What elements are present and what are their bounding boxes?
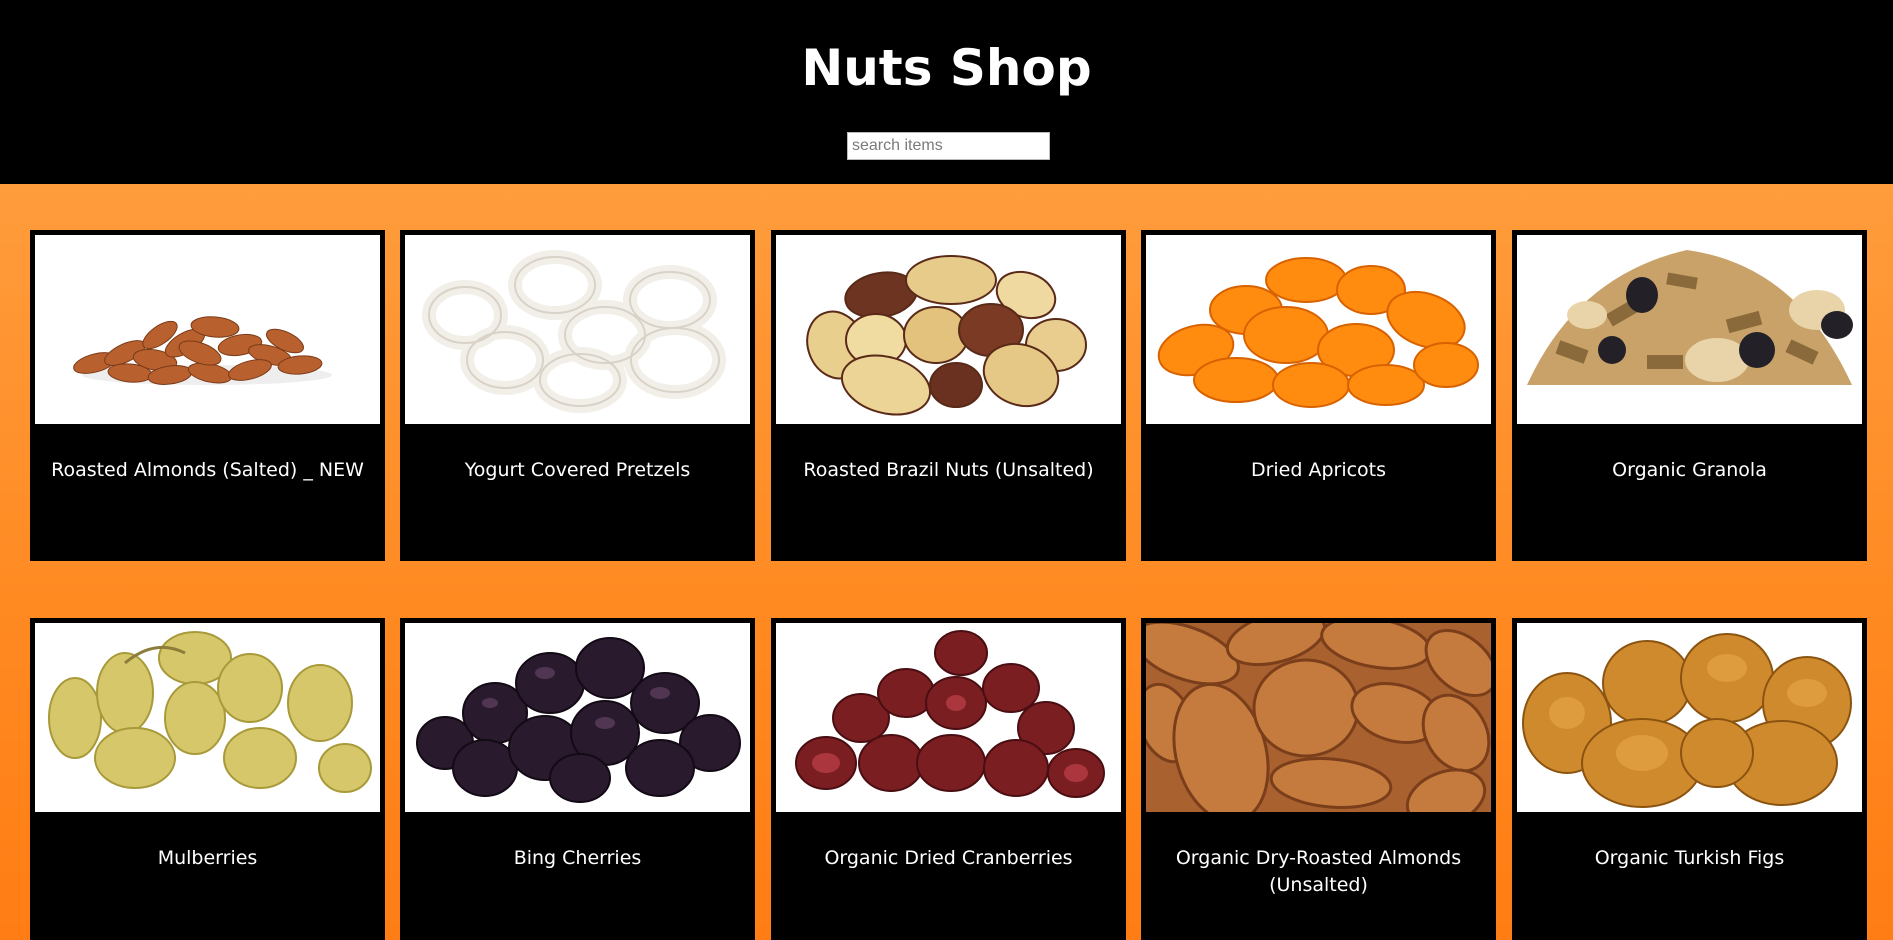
product-grid: Roasted Almonds (Salted) _ NEW Yogurt Co…	[0, 184, 1893, 940]
mulberries-image[interactable]	[35, 623, 380, 812]
product-name: Organic Turkish Figs	[1594, 847, 1785, 869]
granola-image[interactable]	[1517, 235, 1862, 424]
almonds-image[interactable]	[35, 235, 380, 424]
almonds-closeup-image[interactable]	[1146, 623, 1491, 812]
pretzels-image[interactable]	[405, 235, 750, 424]
product-name: Roasted Brazil Nuts (Unsalted)	[803, 459, 1094, 481]
search-input[interactable]	[847, 132, 1050, 160]
page-title: Nuts Shop	[801, 39, 1092, 97]
cherries-image[interactable]	[405, 623, 750, 812]
product-name: Bing Cherries	[513, 847, 642, 869]
product-card[interactable]: Bing Cherries	[400, 618, 755, 940]
product-card[interactable]: Mulberries	[30, 618, 385, 940]
product-name: Organic Dried Cranberries	[824, 847, 1073, 869]
product-card[interactable]: Yogurt Covered Pretzels	[400, 230, 755, 561]
product-name: Organic Granola	[1612, 459, 1767, 481]
product-name: Organic Dry-Roasted Almonds (Unsalted)	[1175, 847, 1462, 896]
product-name: Yogurt Covered Pretzels	[464, 459, 691, 481]
product-name: Mulberries	[157, 847, 258, 869]
product-card[interactable]: Roasted Brazil Nuts (Unsalted)	[771, 230, 1126, 561]
product-name: Roasted Almonds (Salted) _ NEW	[51, 459, 364, 481]
product-card[interactable]: Organic Dry-Roasted Almonds (Unsalted)	[1141, 618, 1496, 940]
product-card[interactable]: Organic Turkish Figs	[1512, 618, 1867, 940]
figs-image[interactable]	[1517, 623, 1862, 812]
apricots-image[interactable]	[1146, 235, 1491, 424]
product-card[interactable]: Organic Granola	[1512, 230, 1867, 561]
product-name: Dried Apricots	[1250, 459, 1387, 481]
product-card[interactable]: Organic Dried Cranberries	[771, 618, 1126, 940]
product-card[interactable]: Dried Apricots	[1141, 230, 1496, 561]
product-card[interactable]: Roasted Almonds (Salted) _ NEW	[30, 230, 385, 561]
cranberries-image[interactable]	[776, 623, 1121, 812]
site-header: Nuts Shop	[0, 0, 1893, 184]
brazil-nuts-image[interactable]	[776, 235, 1121, 424]
